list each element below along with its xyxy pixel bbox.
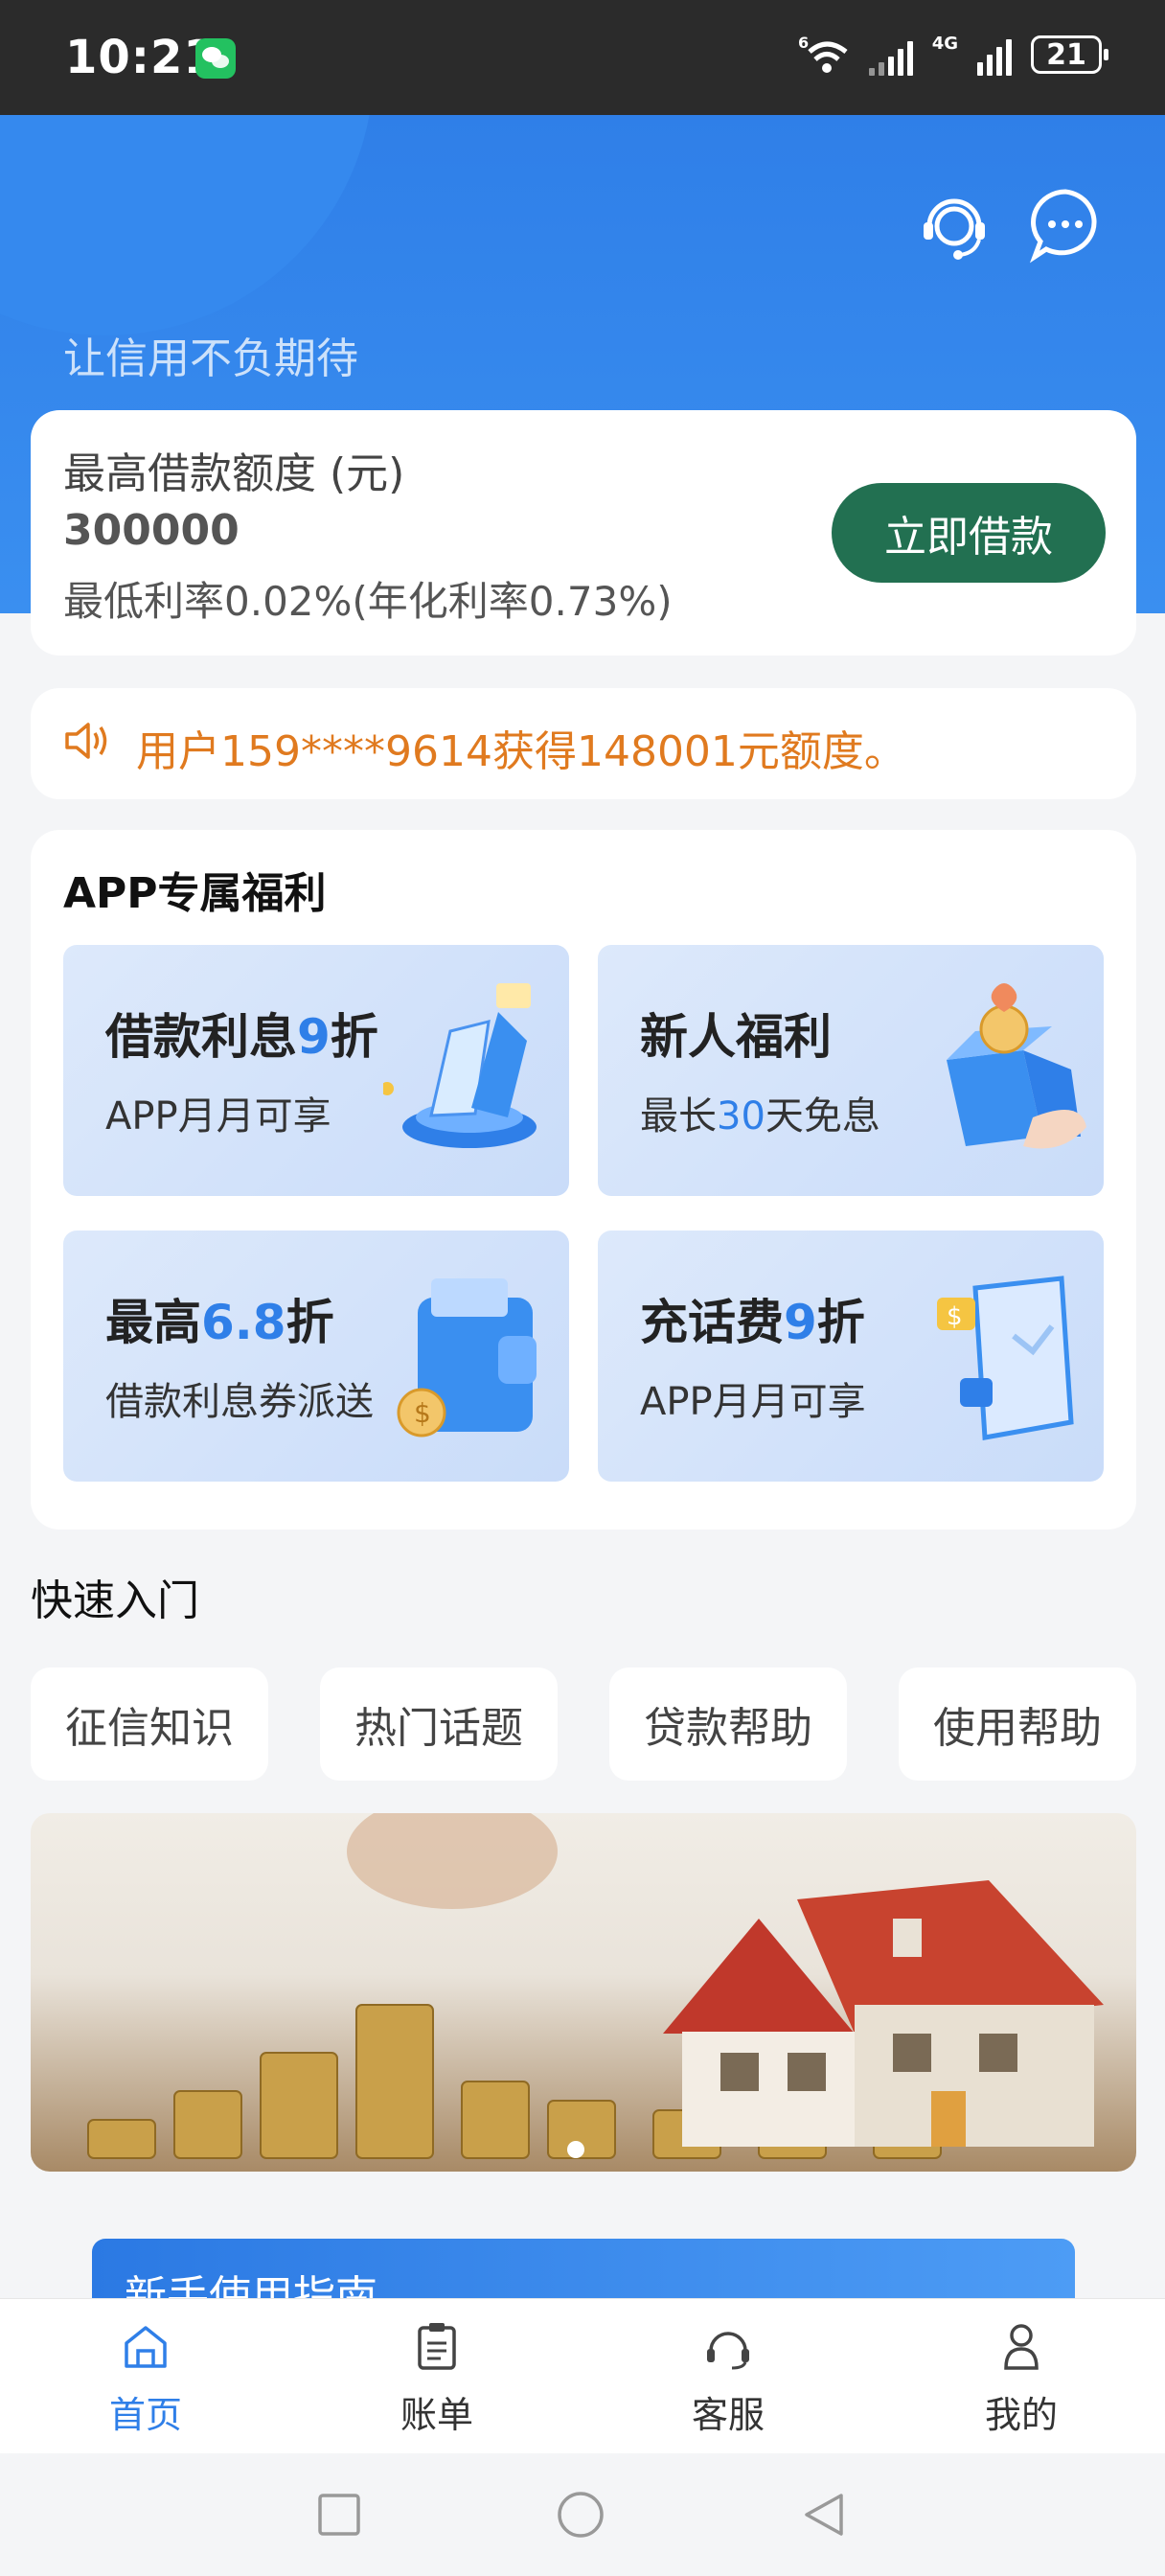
wallet-icon: $ [397, 1278, 537, 1438]
network-type: 4G [931, 33, 958, 54]
beginner-guide-card[interactable]: 新手使用指南 [92, 2239, 1075, 2300]
loan-card: 最高借款额度 (元) 300000 最低利率0.02%(年化利率0.73%) 立… [31, 410, 1136, 656]
quick-hot-topics[interactable]: 热门话题 [320, 1668, 558, 1781]
svg-text:6: 6 [798, 34, 809, 52]
limit-label: 最高借款额度 (元) [63, 449, 405, 498]
tile-title: 新人福利 [640, 1009, 832, 1065]
tile-title: 充话费9折 [640, 1295, 865, 1350]
tab-home[interactable]: 首页 [79, 2320, 213, 2436]
battery-icon: 21 [1031, 35, 1108, 74]
profile-icon [1004, 2324, 1039, 2370]
rate-text: 最低利率0.02%(年化利率0.73%) [63, 578, 673, 625]
status-icons: 6 4G 21 [798, 33, 1108, 77]
phone-icon: $ [937, 1276, 1074, 1440]
gift-box-icon [947, 983, 1086, 1149]
headset-icon [707, 2332, 749, 2370]
wechat-icon [195, 38, 236, 79]
signal-4g-icon [977, 34, 1012, 76]
home-button-icon[interactable] [556, 2490, 605, 2540]
tile-title: 最高6.8折 [105, 1295, 334, 1350]
status-time: 10:21 [65, 31, 217, 84]
pagination-dot[interactable] [567, 2141, 584, 2158]
tab-bill[interactable]: 账单 [370, 2320, 504, 2436]
slogan: 让信用不负期待 [63, 334, 358, 383]
notice-bar: 用户159****9614获得148001元额度。 [31, 688, 1136, 799]
quick-usage-help[interactable]: 使用帮助 [899, 1668, 1136, 1781]
quick-loan-help[interactable]: 贷款帮助 [609, 1668, 847, 1781]
quick-credit-knowledge[interactable]: 征信知识 [31, 1668, 268, 1781]
bill-icon [418, 2323, 456, 2370]
benefit-tile-newcomer[interactable]: 新人福利 最长30天免息 [598, 945, 1104, 1196]
tile-subtitle: APP月月可享 [105, 1094, 331, 1138]
tab-customer-service[interactable]: 客服 [661, 2320, 795, 2436]
benefit-tile-coupon[interactable]: 最高6.8折 借款利息券派送 $ [63, 1230, 569, 1482]
tab-label: 我的 [984, 2394, 1058, 2436]
system-nav-bar [0, 2453, 1165, 2576]
svg-text:$: $ [947, 1302, 963, 1331]
house-and-coins-image [87, 1813, 1104, 2159]
promo-banner[interactable] [31, 1813, 1136, 2172]
guide-title: 新手使用指南 [125, 2272, 377, 2300]
hero-decoration [0, 115, 374, 335]
tab-label: 账单 [400, 2394, 473, 2436]
recent-apps-icon[interactable] [314, 2490, 364, 2540]
tab-profile[interactable]: 我的 [954, 2320, 1088, 2436]
tab-label: 首页 [108, 2394, 182, 2436]
svg-text:$: $ [414, 1397, 431, 1429]
borrow-now-button[interactable]: 立即借款 [832, 483, 1106, 583]
signal-icon [868, 34, 913, 76]
customer-service-icon[interactable] [914, 184, 994, 264]
benefits-card: APP专属福利 借款利息9折 APP月月可享 新人福利 最长30天免息 最高6.… [31, 830, 1136, 1530]
back-icon[interactable] [799, 2490, 849, 2540]
coupon-stand-icon [383, 983, 537, 1148]
status-bar: 10:21 6 4G 21 [0, 0, 1165, 115]
tile-subtitle: 借款利息券派送 [105, 1380, 374, 1424]
tile-title: 借款利息9折 [105, 1009, 378, 1065]
quick-entry-title: 快速入门 [31, 1576, 199, 1625]
wifi-icon: 6 [798, 34, 848, 73]
tile-subtitle: 最长30天免息 [640, 1094, 880, 1138]
battery-level: 21 [1046, 37, 1086, 72]
speaker-icon [65, 723, 107, 759]
bottom-tab-bar: 首页 账单 客服 我的 [0, 2298, 1165, 2454]
benefit-tile-phone-topup[interactable]: 充话费9折 APP月月可享 $ [598, 1230, 1104, 1482]
tab-label: 客服 [691, 2394, 765, 2436]
banner-pagination [567, 2141, 584, 2158]
benefit-tile-interest-discount[interactable]: 借款利息9折 APP月月可享 [63, 945, 569, 1196]
home-icon [125, 2326, 167, 2368]
limit-amount: 300000 [63, 506, 240, 555]
notice-text: 用户159****9614获得148001元额度。 [136, 727, 906, 776]
message-icon[interactable] [1025, 184, 1106, 264]
tile-subtitle: APP月月可享 [640, 1380, 866, 1424]
benefits-title: APP专属福利 [63, 869, 327, 918]
